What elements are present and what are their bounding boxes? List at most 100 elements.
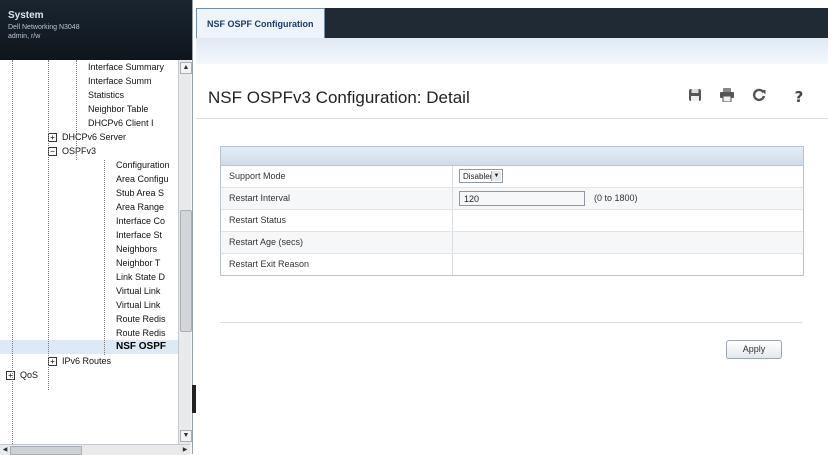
tree-item-label: IPv6 Routes <box>62 356 112 366</box>
tree-item-label: Neighbor T <box>116 258 161 268</box>
tree-item-label: Route Redis <box>116 328 166 338</box>
tree-item-label: Virtual Link <box>116 286 161 296</box>
tree-item[interactable]: Interface Summary <box>0 60 178 74</box>
tree-item-label: Route Redis <box>116 314 166 324</box>
scroll-down-icon[interactable]: ▼ <box>180 430 192 442</box>
tree-item[interactable]: Neighbor T <box>0 256 178 270</box>
tree-item[interactable]: Area Range <box>0 200 178 214</box>
tree-item-label: Neighbor Table <box>88 104 149 114</box>
tree-item-label: DHCPv6 Server <box>62 132 127 142</box>
nav-vertical-scrollbar[interactable]: ▲ ▼ <box>178 60 192 444</box>
restart-status-label: Restart Status <box>229 215 287 225</box>
print-icon[interactable] <box>718 88 736 106</box>
restart-exit-reason-label: Restart Exit Reason <box>229 259 310 269</box>
system-title[interactable]: System <box>8 10 44 21</box>
collapse-icon[interactable]: − <box>48 147 57 156</box>
tree-item[interactable]: Stub Area S <box>0 186 178 200</box>
tree-item-label: Neighbors <box>116 244 158 254</box>
tree-item[interactable]: Interface St <box>0 228 178 242</box>
column-divider <box>452 232 453 253</box>
column-divider <box>452 188 453 209</box>
tree-item[interactable]: Neighbor Table <box>0 102 178 116</box>
tree-item-label: Interface Summ <box>88 76 152 86</box>
main-content: NSF OSPF Configuration NSF OSPFv3 Config… <box>196 0 831 454</box>
tree-item-label: OSPFv3 <box>62 146 97 156</box>
navigation-pane: System Dell Networking N3048 admin, r/w … <box>0 0 193 455</box>
page-title: NSF OSPFv3 Configuration: Detail <box>208 88 470 107</box>
column-divider <box>452 166 453 187</box>
tree-item[interactable]: Statistics <box>0 88 178 102</box>
tab-nsf-ospf-configuration[interactable]: NSF OSPF Configuration <box>196 8 325 39</box>
restart-status-row: Restart Status <box>221 210 803 232</box>
tree-item[interactable]: DHCPv6 Client I <box>0 116 178 130</box>
tree-item-label: Area Range <box>116 202 165 212</box>
restart-interval-row: Restart Interval 120 (0 to 1800) <box>221 188 803 210</box>
tree-item-label: Interface St <box>116 230 163 240</box>
user-info: admin, r/w <box>8 33 41 40</box>
tree-item-label: Interface Co <box>116 216 166 226</box>
tree-item-label: Statistics <box>88 90 125 100</box>
nav-horizontal-scrollbar[interactable]: ◀ ▶ <box>0 444 190 455</box>
tree-guide-line <box>12 60 13 444</box>
expand-icon[interactable]: + <box>48 357 57 366</box>
scroll-up-icon[interactable]: ▲ <box>180 62 192 74</box>
scroll-left-icon[interactable]: ◀ <box>1 446 9 454</box>
title-divider <box>196 118 828 119</box>
tree-item-label: DHCPv6 Client I <box>88 118 154 128</box>
tree-item-label: Interface Summary <box>88 62 165 72</box>
apply-button[interactable]: Apply <box>726 340 782 359</box>
tree-item[interactable]: Virtual Link <box>0 284 178 298</box>
restart-exit-reason-row: Restart Exit Reason <box>221 254 803 275</box>
restart-interval-range: (0 to 1800) <box>594 193 638 203</box>
restart-interval-input[interactable]: 120 <box>459 191 585 206</box>
tree-item[interactable]: Route Redis <box>0 326 178 340</box>
support-mode-row: Support Mode Disabled ▼ <box>221 166 803 188</box>
tree-item-label: Configuration <box>116 160 170 170</box>
tree-item[interactable]: Configuration <box>0 158 178 172</box>
tree-item[interactable]: Area Configu <box>0 172 178 186</box>
tab-header-band <box>196 38 828 64</box>
support-mode-select[interactable]: Disabled ▼ <box>459 169 503 183</box>
tree-item-label: Link State D <box>116 272 166 282</box>
tree-item[interactable]: Link State D <box>0 270 178 284</box>
support-mode-label: Support Mode <box>229 171 286 181</box>
tree-item-label: QoS <box>20 370 39 380</box>
support-mode-value: Disabled <box>463 172 495 181</box>
tree-item[interactable]: + QoS <box>0 368 178 382</box>
refresh-icon[interactable] <box>750 88 768 106</box>
nav-tree: Interface Summary Interface Summ Statistic… <box>0 60 178 444</box>
restart-age-row: Restart Age (secs) <box>221 232 803 254</box>
scrollbar-thumb[interactable] <box>180 210 192 332</box>
scroll-right-icon[interactable]: ▶ <box>181 446 189 454</box>
tree-guide-line <box>76 60 77 160</box>
tree-item[interactable]: Interface Co <box>0 214 178 228</box>
restart-age-label: Restart Age (secs) <box>229 237 304 247</box>
save-icon[interactable] <box>686 88 704 106</box>
column-divider <box>452 210 453 231</box>
tree-item[interactable]: + IPv6 Routes <box>0 354 178 368</box>
tab-bar: NSF OSPF Configuration <box>196 8 828 39</box>
tree-item-label: Stub Area S <box>116 188 165 198</box>
tree-item[interactable]: Interface Summ <box>0 74 178 88</box>
detail-table-header <box>221 147 803 166</box>
tree-item[interactable]: Virtual Link <box>0 298 178 312</box>
tree-item-label: Area Configu <box>116 174 169 184</box>
tree-item[interactable]: + DHCPv6 Server <box>0 130 178 144</box>
restart-interval-label: Restart Interval <box>229 193 291 203</box>
column-divider <box>452 254 453 275</box>
expand-icon[interactable]: + <box>6 371 15 380</box>
help-icon[interactable]: ? <box>790 88 808 106</box>
chevron-down-icon[interactable]: ▼ <box>491 171 501 181</box>
tree-item-label: Virtual Link <box>116 300 161 310</box>
tree-item[interactable]: Route Redis <box>0 312 178 326</box>
expand-icon[interactable]: + <box>48 133 57 142</box>
detail-table: Support Mode Disabled ▼ Restart Interval… <box>220 146 804 276</box>
tree-item[interactable]: − OSPFv3 <box>0 144 178 158</box>
tree-guide-line <box>48 60 49 390</box>
tree-item[interactable]: Neighbors <box>0 242 178 256</box>
device-name: Dell Networking N3048 <box>8 24 80 31</box>
tree-item[interactable]: NSF OSPF <box>0 340 178 354</box>
tree-item-label: NSF OSPF <box>116 341 167 352</box>
tree-guide-line <box>104 160 105 355</box>
nav-header: System Dell Networking N3048 admin, r/w <box>0 0 192 60</box>
